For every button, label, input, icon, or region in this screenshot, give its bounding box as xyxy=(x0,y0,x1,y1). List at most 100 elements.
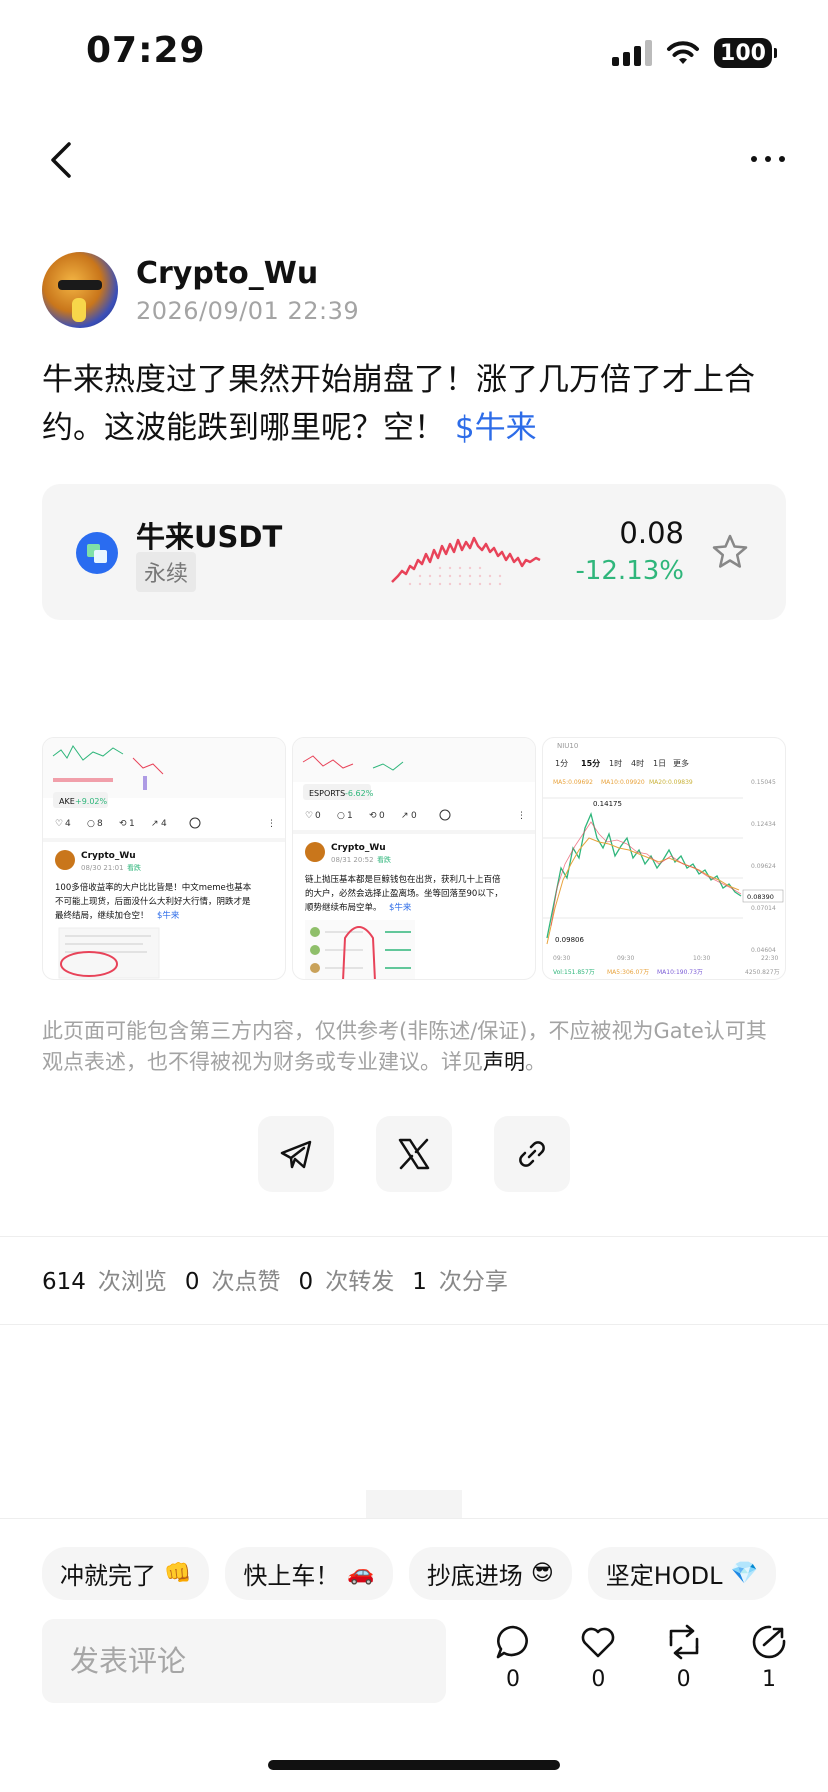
home-indicator[interactable] xyxy=(268,1760,560,1770)
telegram-icon xyxy=(280,1140,312,1169)
post-body: 牛来热度过了果然开始崩盘了！涨了几万倍了才上合约。这波能跌到哪里呢？空！ $牛来 xyxy=(42,356,786,452)
thumb1-stat-shares: 4 xyxy=(161,819,167,829)
thumb3-vol-right: 4250.827万 xyxy=(745,969,780,976)
ticker-link[interactable]: $牛来 xyxy=(455,410,537,446)
likes-label: 次点赞 xyxy=(211,1269,281,1295)
svg-text:⋮: ⋮ xyxy=(267,819,276,829)
thumb3-vol-ma10: MA10:190.73万 xyxy=(657,969,703,976)
ticker-name: 牛来USDT xyxy=(136,520,283,554)
reposts-count: 0 xyxy=(298,1269,314,1295)
thumb2-tag: ESPORTS xyxy=(309,789,345,798)
disclaimer-link[interactable]: 声明 xyxy=(483,1050,525,1074)
thumb1-tag: AKE xyxy=(59,797,75,806)
svg-text:♡: ♡ xyxy=(305,811,313,821)
sparkline-chart xyxy=(391,536,541,586)
thumb2-stat-comments: 1 xyxy=(347,811,353,821)
thumb1-link: $牛来 xyxy=(157,910,180,921)
quick-reply-chip[interactable]: 抄底进场 😎 xyxy=(408,1547,572,1600)
reposts-label: 次转发 xyxy=(325,1269,395,1295)
like-button[interactable]: 0 xyxy=(571,1623,625,1692)
likes-count: 0 xyxy=(184,1269,200,1295)
back-button[interactable] xyxy=(36,130,86,190)
repost-count: 0 xyxy=(676,1667,691,1692)
thumb3-header: NIU10 xyxy=(557,742,578,750)
thumb2-badge: 看跌 xyxy=(377,855,391,864)
thumb3-tab-1: 1分 xyxy=(555,759,568,768)
post-author[interactable]: Crypto_Wu 2026/09/01 22:39 xyxy=(42,252,359,328)
disclaimer: 此页面可能包含第三方内容，仅供参考(非陈述/保证)，不应被视为Gate认可其观点… xyxy=(42,1016,786,1078)
views-count: 614 xyxy=(42,1269,86,1295)
avatar[interactable] xyxy=(42,252,118,328)
thumb3-axis-5: 0.04604 xyxy=(751,947,776,954)
thumb2-stat-shares: 0 xyxy=(411,811,417,821)
favorite-star-icon[interactable] xyxy=(710,532,750,572)
share-x-button[interactable] xyxy=(376,1116,452,1192)
disclaimer-end: 。 xyxy=(525,1050,546,1074)
image-gallery: AKE +9.02% ♡ 4 ○ 8 ⟲ 1 ↗ 4 ⋮ Crypto_Wu 0… xyxy=(42,737,786,980)
svg-text:♡: ♡ xyxy=(55,819,63,829)
share-icon xyxy=(752,1625,786,1659)
svg-text:⟲: ⟲ xyxy=(369,811,377,821)
copy-link-button[interactable] xyxy=(494,1116,570,1192)
quick-reply-chip[interactable]: 冲就完了 👊 xyxy=(42,1547,210,1600)
car-emoji-icon: 🚗 xyxy=(347,1561,375,1586)
thumb3-time-4: 22:30 xyxy=(761,955,778,962)
image-thumbnail-2[interactable]: ESPORTS -6.62% ♡ 0 ○ 1 ⟲ 0 ↗ 0 ⋮ Crypto_… xyxy=(292,737,536,980)
ticker-logo-icon xyxy=(76,532,118,574)
thumb1-text-line3: 最终结局，继续加仓空！ xyxy=(55,910,149,921)
quick-reply-label: 坚定HODL xyxy=(605,1562,723,1590)
svg-text:○: ○ xyxy=(87,819,95,829)
thumb1-tag-change: +9.02% xyxy=(75,797,108,806)
more-dot-icon xyxy=(779,156,785,162)
views-label: 次浏览 xyxy=(97,1269,167,1295)
thumb1-stat-likes: 4 xyxy=(65,819,71,829)
share-telegram-button[interactable] xyxy=(258,1116,334,1192)
quick-reply-chip[interactable]: 坚定HODL 💎 xyxy=(587,1547,776,1600)
signal-icon xyxy=(612,40,652,66)
thumb1-text-line2: 不可能上现货，后面没什么大利好大行情，阴跌才是 xyxy=(55,896,251,907)
repost-button[interactable]: 0 xyxy=(657,1623,711,1692)
repost-icon xyxy=(669,1624,698,1660)
thumb2-link: $牛来 xyxy=(389,902,412,913)
shares-label: 次分享 xyxy=(438,1269,508,1295)
ticker-card[interactable]: 牛来USDT 永续 0.08 -12.13% xyxy=(42,484,786,620)
thumb2-tag-change: -6.62% xyxy=(345,789,374,798)
thumb3-axis-2: 0.12434 xyxy=(751,821,776,828)
shares-count: 1 xyxy=(412,1269,427,1295)
more-options-button[interactable] xyxy=(738,134,798,184)
ticker-tag: 永续 xyxy=(136,552,197,592)
image-thumbnail-1[interactable]: AKE +9.02% ♡ 4 ○ 8 ⟲ 1 ↗ 4 ⋮ Crypto_Wu 0… xyxy=(42,737,286,980)
thumb3-high: 0.14175 xyxy=(593,800,622,808)
thumb3-time-1: 09:30 xyxy=(553,955,570,962)
thumb3-axis-3: 0.09624 xyxy=(751,863,776,870)
like-count: 0 xyxy=(591,1667,606,1692)
quick-reply-chip[interactable]: 快上车！ 🚗 xyxy=(225,1547,393,1600)
thumb3-ma5: MA5:0.09692 xyxy=(553,779,593,786)
comment-bar: 冲就完了 👊 快上车！ 🚗 抄底进场 😎 坚定HODL 💎 0 0 xyxy=(0,1518,828,1792)
post-actions: 0 0 0 1 xyxy=(486,1623,796,1692)
thumb3-vol-ma5: MA5:306.07万 xyxy=(607,969,649,976)
comment-button[interactable]: 0 xyxy=(486,1623,540,1692)
thumb3-tab-5: 1日 xyxy=(653,759,666,768)
battery-icon: 100 xyxy=(714,38,777,68)
image-thumbnail-3[interactable]: NIU10 1分 15分 1时 4时 1日 更多 MA5:0.09692 MA1… xyxy=(542,737,786,980)
divider xyxy=(0,1236,828,1237)
comment-icon xyxy=(496,1625,528,1659)
thumb3-ma10: MA10:0.09920 xyxy=(601,779,645,786)
thumb3-axis-4: 0.07014 xyxy=(751,905,776,912)
quick-reply-label: 快上车！ xyxy=(243,1562,340,1590)
thumb1-stat-comments: 8 xyxy=(97,819,103,829)
share-button[interactable]: 1 xyxy=(742,1623,796,1692)
author-info: Crypto_Wu 2026/09/01 22:39 xyxy=(136,256,359,325)
svg-text:↗: ↗ xyxy=(401,811,409,821)
comment-input[interactable] xyxy=(42,1619,446,1703)
diamond-emoji-icon: 💎 xyxy=(730,1561,758,1586)
fist-emoji-icon: 👊 xyxy=(164,1561,192,1586)
disclaimer-text: 此页面可能包含第三方内容，仅供参考(非陈述/保证)，不应被视为Gate认可其观点… xyxy=(42,1019,767,1074)
sunglasses-emoji-icon: 😎 xyxy=(530,1561,554,1586)
ticker-price: 0.08 xyxy=(619,516,684,550)
thumb3-tab-2: 15分 xyxy=(581,758,600,768)
heart-icon xyxy=(582,1627,615,1658)
divider xyxy=(0,1324,828,1325)
author-name[interactable]: Crypto_Wu xyxy=(136,256,359,291)
